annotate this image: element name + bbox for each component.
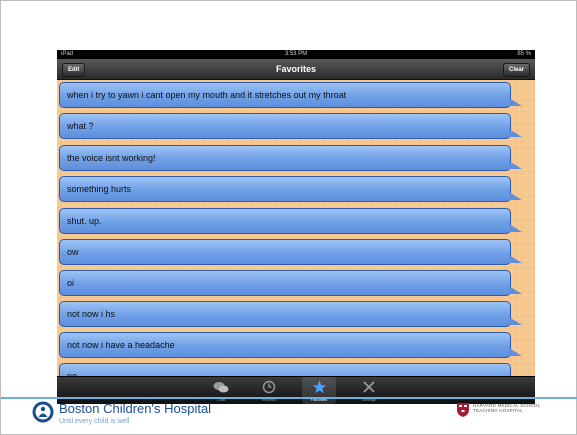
favorite-item[interactable]: ow [59, 239, 522, 265]
navigation-bar: Edit Favorites Clear [57, 59, 535, 80]
footer-divider [1, 397, 577, 399]
favorite-text: oi [67, 278, 75, 288]
favorite-text: not now i have a headache [67, 340, 175, 350]
bubble-tail-icon [509, 129, 522, 137]
tab-chat[interactable]: Chat [204, 377, 238, 404]
favorite-item[interactable]: the voice isnt working! [59, 145, 522, 171]
favorite-text: when i try to yawn i cant open my mouth … [67, 90, 347, 100]
favorite-item[interactable]: what ? [59, 113, 522, 139]
ipad-screen: iPad 3:53 PM 85 % Edit Favorites Clear w… [57, 50, 535, 404]
hms-affiliation: HARVARD MEDICAL SCHOOL TEACHING HOSPITAL [473, 403, 540, 413]
bubble-tail-icon [509, 98, 522, 106]
page-title: Favorites [275, 64, 317, 74]
hms-line-2: TEACHING HOSPITAL [473, 408, 523, 413]
tools-icon [363, 381, 375, 393]
bubble-tail-icon [509, 286, 522, 294]
favorite-text: something hurts [67, 184, 132, 194]
favorite-item[interactable]: not now i have a headache [59, 332, 522, 358]
bubble-tail-icon [509, 161, 522, 169]
favorite-item[interactable]: when i try to yawn i cant open my mouth … [59, 82, 522, 108]
favorite-item[interactable]: something hurts [59, 176, 522, 202]
favorite-text: shut. up. [67, 216, 102, 226]
bubble-tail-icon [509, 348, 522, 356]
bubble-tail-icon [509, 255, 522, 263]
favorite-text: the voice isnt working! [67, 153, 156, 163]
clock-icon [262, 380, 276, 394]
hospital-name: Boston Children's Hospital [59, 401, 212, 416]
favorite-text: ow [67, 247, 79, 257]
tab-bar: Chat Recents Favorites Settings [57, 376, 535, 404]
tab-settings[interactable]: Settings [352, 377, 386, 404]
tab-recents[interactable]: Recents [252, 377, 286, 404]
bubble-tail-icon [509, 192, 522, 200]
battery-level: 85 % [517, 51, 531, 57]
clock: 3:53 PM [284, 51, 308, 57]
clear-button[interactable]: Clear [502, 63, 530, 77]
chat-bubbles-icon [213, 382, 229, 393]
status-bar: iPad 3:53 PM 85 % [57, 50, 535, 59]
hospital-logo-icon [32, 401, 54, 423]
slide: iPad 3:53 PM 85 % Edit Favorites Clear w… [0, 0, 577, 435]
favorite-item[interactable]: oi [59, 270, 522, 296]
star-icon [312, 380, 326, 394]
harvard-crest-icon [457, 403, 469, 417]
hospital-tagline: Until every child is well [59, 418, 130, 425]
favorite-text: not now i hs [67, 309, 116, 319]
favorite-item[interactable]: shut. up. [59, 208, 522, 234]
bubble-tail-icon [509, 224, 522, 232]
tab-favorites[interactable]: Favorites [302, 377, 336, 404]
favorite-text: what ? [67, 121, 94, 131]
bubble-tail-icon [509, 317, 522, 325]
favorite-item[interactable]: not now i hs [59, 301, 522, 327]
